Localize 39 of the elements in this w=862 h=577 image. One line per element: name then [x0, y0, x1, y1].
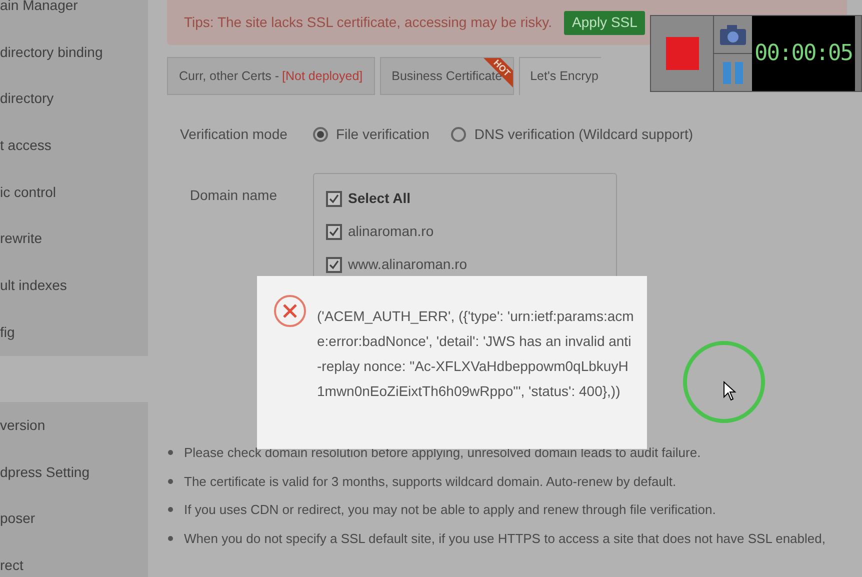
field-label: Verification mode — [180, 124, 288, 144]
tips-text: Tips: The site lacks SSL certificate, accessing may be risky. — [184, 13, 552, 32]
radio-label: DNS verification (Wildcard support) — [474, 124, 693, 144]
checkmark-icon — [328, 192, 340, 204]
tab-status: [Not deployed] — [282, 68, 363, 85]
note-text: The certificate is valid for 3 months, supports wildcard domain. Auto-renew by default. — [184, 472, 676, 491]
tab-label: Curr, other Certs - — [179, 68, 280, 85]
domain-label: www.alinaroman.ro — [348, 255, 468, 274]
checkmark-icon — [328, 258, 340, 270]
domain-label: alinaroman.ro — [348, 222, 434, 241]
field-label: Domain name — [188, 186, 277, 205]
checkbox[interactable] — [326, 256, 342, 272]
tab[interactable]: Let's Encryp — [519, 57, 600, 95]
error-message: ('ACEM_AUTH_ERR', ({'type': 'urn:ietf:params:acme:error:badNonce', 'detail': 'JWS has an invalid anti-replay nonce: "Ac-XFLXVaHdbeppowm0qLbkuyH1mwn0nEoZiEixtTh6h09wRppo"', 'status': 400},)) — [317, 307, 635, 401]
checkbox[interactable] — [326, 224, 342, 240]
tab-label: Let's Encryp — [530, 68, 598, 86]
bullet-icon — [168, 507, 173, 512]
bullet-icon — [168, 536, 173, 541]
stop-icon — [666, 37, 698, 70]
camera-button[interactable] — [714, 16, 752, 54]
checkbox[interactable] — [326, 190, 342, 206]
radio-button[interactable] — [313, 126, 328, 142]
radio-label: File verification — [336, 124, 430, 144]
note-text: When you do not specify a SSL default site, if you use HTTPS to access a site that does not have SSL enabled, — [184, 530, 826, 548]
timer-display: 00:00:05 — [752, 16, 855, 91]
note-text: If you uses CDN or redirect, you may not be able to apply and renew through file verification. — [184, 501, 716, 519]
note-text: Please check domain resolution before applying, unresolved domain leads to audit failure. — [184, 444, 701, 462]
cursor-icon — [723, 381, 737, 402]
bullet-icon — [168, 478, 173, 484]
bullet-icon — [168, 450, 173, 456]
domain-label: Select All — [348, 189, 411, 208]
pause-icon — [722, 60, 744, 84]
radio-button[interactable] — [451, 126, 466, 142]
tab[interactable]: Curr, other Certs - [Not deployed] — [167, 57, 375, 95]
apply-ssl-button[interactable]: Apply SSL — [564, 10, 646, 34]
camera-icon — [719, 24, 747, 46]
error-icon — [273, 294, 307, 328]
checkmark-icon — [328, 226, 340, 238]
stop-button[interactable] — [651, 16, 714, 91]
